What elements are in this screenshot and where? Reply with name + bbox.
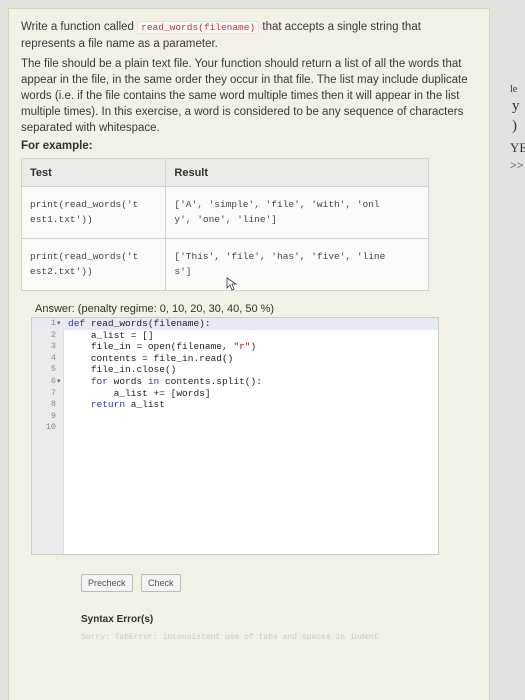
intro-before: Write a function called bbox=[21, 21, 134, 33]
line-number: 2 bbox=[50, 329, 56, 340]
line-number: 1 bbox=[50, 318, 56, 328]
line-number: 3 bbox=[50, 341, 56, 352]
code-text: for words in contents.split(): bbox=[90, 375, 262, 387]
line-number: 5 bbox=[50, 364, 56, 375]
code-line[interactable]: 6 ▾ for words in contents.split(): bbox=[32, 376, 438, 388]
code-editor[interactable]: 1 ▾ def read_words(filename): 2 a_list = []… bbox=[31, 317, 439, 555]
code-lines: 1 ▾ def read_words(filename): 2 a_list = []… bbox=[32, 318, 438, 434]
examples-table: Test Result print(read_words('t est1.txt… bbox=[20, 158, 429, 291]
code-line[interactable]: 9 bbox=[32, 411, 438, 423]
code-line[interactable]: 3 file_in = open(filename, "r") bbox=[32, 341, 438, 353]
bg-text-fragment: le bbox=[510, 84, 518, 95]
function-signature: read_words(filename) bbox=[137, 21, 260, 34]
result-cell: ['A', 'simple', 'file', 'with', 'onl y',… bbox=[165, 186, 429, 239]
code-line[interactable]: 2 a_list = [] bbox=[32, 330, 438, 342]
code-line[interactable]: 8 return a_list bbox=[32, 399, 438, 411]
mouse-cursor-icon bbox=[226, 277, 238, 291]
table-row: print(read_words('t est1.txt')) ['A', 's… bbox=[20, 186, 429, 239]
code-line[interactable]: 1 ▾ def read_words(filename): bbox=[32, 318, 438, 330]
question-description: The file should be a plain text file. Yo… bbox=[21, 58, 468, 134]
check-button[interactable]: Check bbox=[140, 574, 181, 592]
answer-label: Answer: (penalty regime: 0, 10, 20, 30, … bbox=[35, 303, 275, 315]
code-text: a_list += [words] bbox=[113, 387, 211, 399]
line-number: 6 bbox=[50, 375, 56, 386]
code-line[interactable]: 10 bbox=[32, 422, 438, 434]
line-number: 9 bbox=[50, 410, 56, 421]
code-line[interactable]: 4 contents = file_in.read() bbox=[32, 353, 438, 365]
button-bar: Precheck Check bbox=[81, 573, 477, 592]
code-text: return a_list bbox=[90, 399, 165, 411]
code-text: contents = file_in.read() bbox=[90, 352, 234, 364]
for-example-label: For example: bbox=[21, 140, 93, 152]
fold-arrow-icon[interactable]: ▾ bbox=[57, 377, 61, 386]
table-row: print(read_words('t est2.txt')) ['This',… bbox=[20, 238, 429, 291]
result-cell: ['This', 'file', 'has', 'five', 'line s'… bbox=[165, 238, 429, 291]
code-text: def read_words(filename): bbox=[68, 318, 211, 329]
code-text: file_in = open(filename, "r") bbox=[90, 341, 257, 353]
test-cell: print(read_words('t est2.txt')) bbox=[20, 238, 167, 291]
question-intro: Write a function called read_words(filen… bbox=[21, 19, 477, 52]
bg-text-fragment: YE bbox=[510, 140, 525, 155]
bg-text-fragment: y bbox=[512, 98, 520, 114]
code-line[interactable]: 5 file_in.close() bbox=[32, 364, 438, 376]
line-number: 7 bbox=[50, 387, 56, 398]
code-text: file_in.close() bbox=[90, 364, 177, 376]
line-number: 10 bbox=[45, 422, 56, 433]
precheck-button[interactable]: Precheck bbox=[81, 574, 133, 592]
syntax-error-message: Sorry: TabError: inconsistent use of tab… bbox=[81, 633, 379, 642]
test-cell: print(read_words('t est1.txt')) bbox=[20, 186, 167, 239]
bg-text-fragment: ) bbox=[512, 118, 517, 134]
background-window-strip: le y ) YE >> bbox=[498, 0, 525, 700]
header-test: Test bbox=[20, 158, 167, 187]
bg-text-fragment: >> bbox=[510, 158, 524, 172]
line-number: 4 bbox=[50, 352, 56, 363]
code-text: a_list = [] bbox=[90, 329, 154, 341]
syntax-error-title: Syntax Error(s) bbox=[81, 614, 154, 625]
fold-arrow-icon[interactable]: ▾ bbox=[57, 319, 61, 328]
line-number: 8 bbox=[50, 399, 56, 410]
code-line[interactable]: 7 a_list += [words] bbox=[32, 388, 438, 400]
question-panel: Write a function called read_words(filen… bbox=[8, 8, 490, 700]
header-result: Result bbox=[165, 158, 429, 187]
